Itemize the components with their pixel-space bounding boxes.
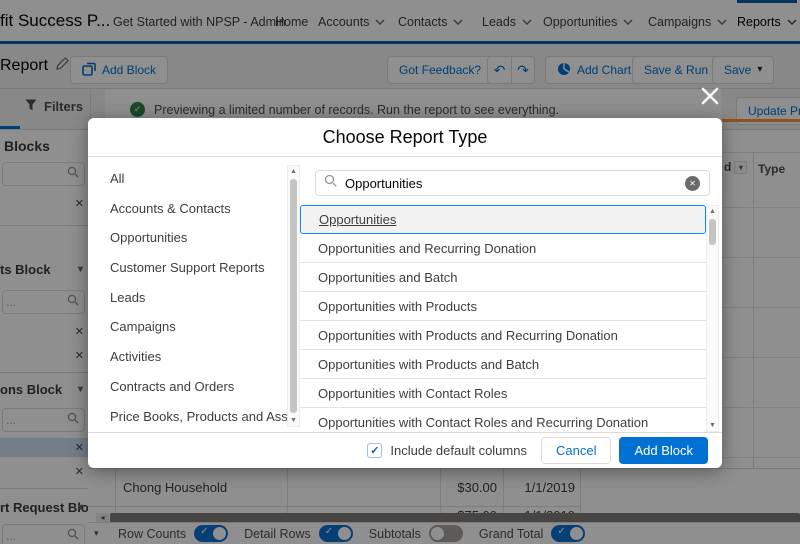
choose-report-type-modal: Choose Report Type All Accounts & Contac… [88,118,722,468]
scroll-down-icon[interactable]: ▼ [288,415,299,426]
modal-footer: ✓ Include default columns Cancel Add Blo… [88,432,722,468]
modal-title: Choose Report Type [322,126,488,147]
report-type-option[interactable]: Opportunities with Products and Batch [300,350,706,379]
report-type-option-selected[interactable]: Opportunities [300,205,706,234]
report-type-option[interactable]: Opportunities with Products and Recurrin… [300,321,706,350]
category-scrollbar[interactable]: ▲ ▼ [287,165,300,427]
checkbox-label: Include default columns [390,443,527,458]
cancel-button[interactable]: Cancel [540,437,612,464]
report-type-option[interactable]: Opportunities with Products [300,292,706,321]
report-type-option[interactable]: Opportunities with Contact Roles [300,379,706,408]
close-icon[interactable] [699,85,721,112]
clear-search-icon[interactable]: ✕ [685,175,700,191]
search-value: Opportunities [345,175,423,191]
report-type-search-input[interactable]: Opportunities ✕ [315,170,710,196]
scrollbar-thumb[interactable] [290,179,297,413]
scrollbar-thumb[interactable] [709,219,716,245]
report-type-option[interactable]: Opportunities with Contact Roles and Rec… [300,408,706,432]
report-type-list: Opportunities Opportunities and Recurrin… [300,205,706,432]
search-icon [316,174,345,192]
include-default-columns-checkbox[interactable]: ✓ [367,443,383,458]
scroll-down-icon[interactable]: ▼ [707,420,718,431]
modal-body: All Accounts & Contacts Opportunities Cu… [88,157,722,432]
scroll-up-icon[interactable]: ▲ [707,206,718,217]
scroll-up-icon[interactable]: ▲ [288,166,299,177]
add-block-confirm-button[interactable]: Add Block [619,437,708,464]
modal-header: Choose Report Type [88,118,722,157]
report-builder-screen: fit Success P... Get Started with NPSP -… [0,0,800,544]
report-type-option[interactable]: Opportunities and Recurring Donation [300,234,706,263]
report-type-scrollbar[interactable]: ▲ ▼ [706,205,719,432]
report-type-option[interactable]: Opportunities and Batch [300,263,706,292]
